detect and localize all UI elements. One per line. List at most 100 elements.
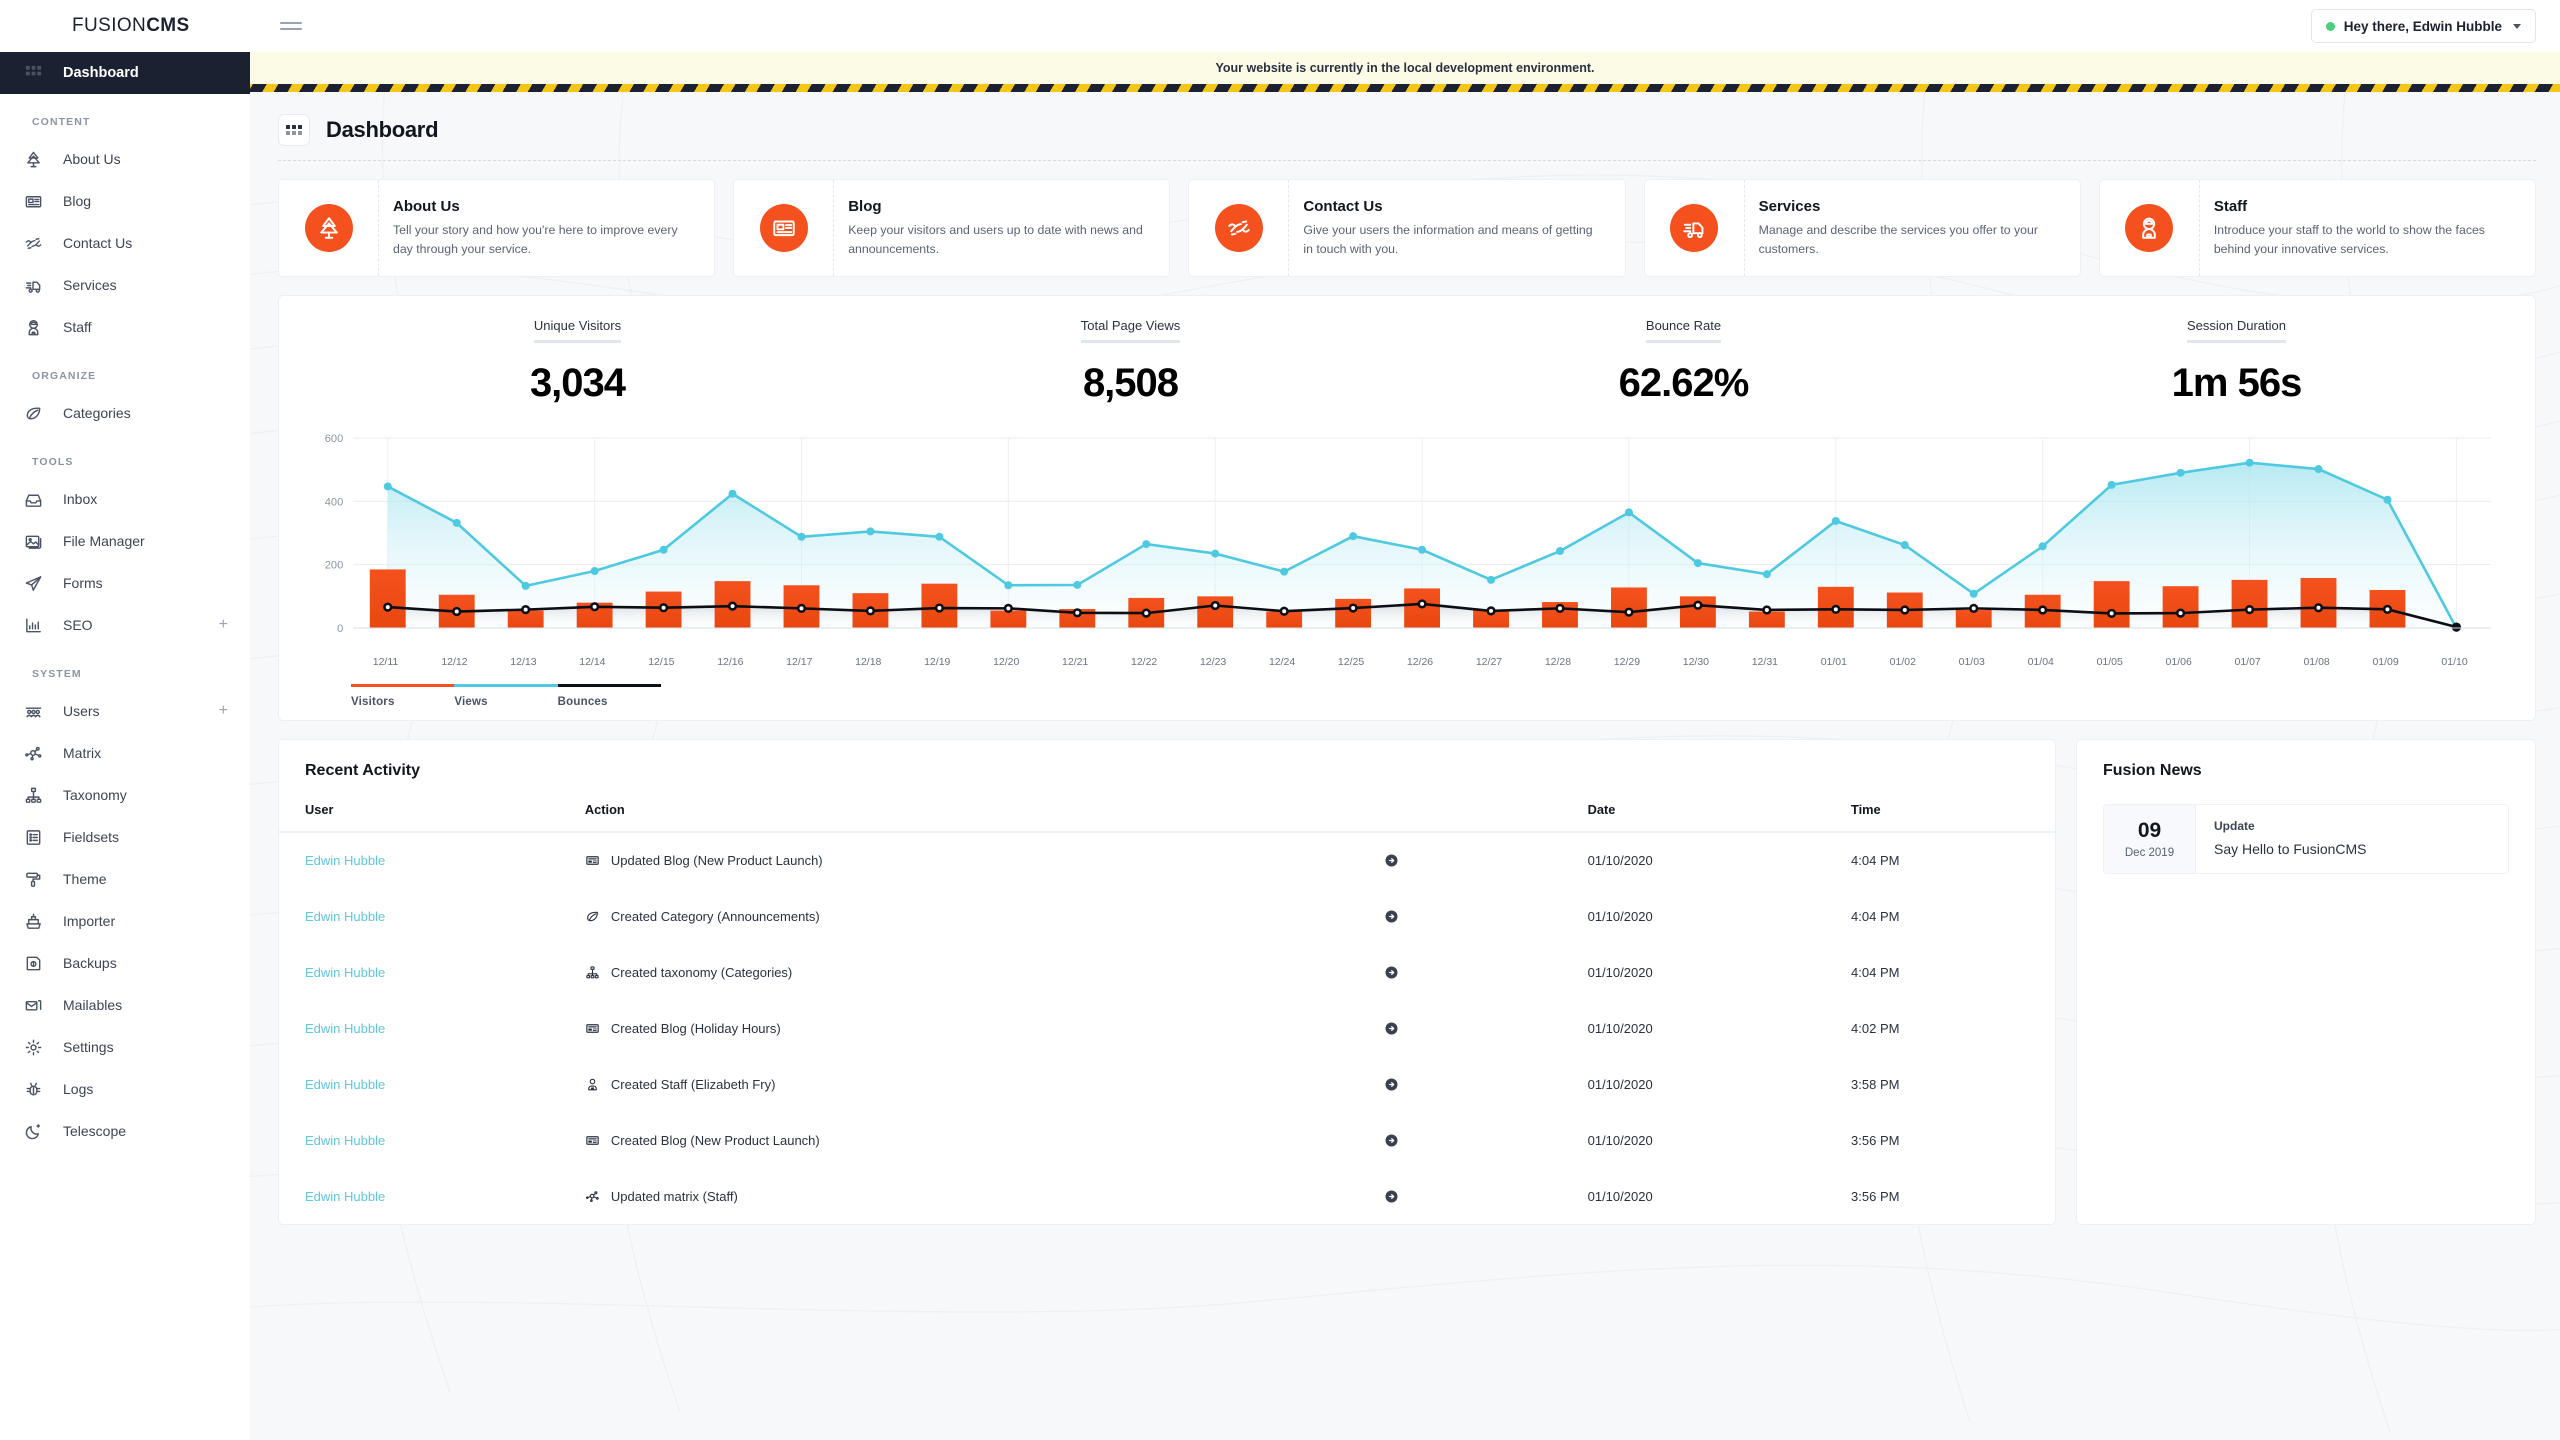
add-icon[interactable]: + bbox=[219, 617, 228, 633]
activity-user-link[interactable]: Edwin Hubble bbox=[305, 1189, 385, 1204]
bar-chart-icon bbox=[24, 616, 43, 635]
sidebar-item-label: About Us bbox=[63, 151, 121, 167]
arrow-circle-right-icon[interactable] bbox=[1384, 1021, 1399, 1036]
sidebar-item-mailables[interactable]: Mailables bbox=[0, 984, 250, 1026]
feature-card[interactable]: Services Manage and describe the services… bbox=[1643, 179, 2081, 277]
activity-user-link[interactable]: Edwin Hubble bbox=[305, 853, 385, 868]
feature-card-desc: Introduce your staff to the world to sho… bbox=[2213, 223, 2485, 256]
stat-value: 1m 56s bbox=[2171, 361, 2303, 405]
sidebar-item-users[interactable]: Users + bbox=[0, 690, 250, 732]
chart-x-tick: 12/14 bbox=[579, 656, 606, 668]
sidebar-item-forms[interactable]: Forms bbox=[0, 562, 250, 604]
sidebar-item-taxonomy[interactable]: Taxonomy bbox=[0, 774, 250, 816]
recent-activity-panel: Recent Activity User Action Date Time Edwin… bbox=[278, 739, 2056, 1225]
activity-user-link[interactable]: Edwin Hubble bbox=[305, 1077, 385, 1092]
sidebar-item-backups[interactable]: Backups bbox=[0, 942, 250, 984]
activity-action: Updated Blog (New Product Launch) bbox=[585, 853, 1384, 868]
analytics-panel: Unique Visitors 3,034 Total Page Views 8,50… bbox=[278, 295, 2536, 721]
arrow-circle-right-icon[interactable] bbox=[1384, 965, 1399, 980]
moon-icon bbox=[24, 1122, 43, 1141]
chart-x-tick: 12/22 bbox=[1131, 656, 1158, 668]
legend-label: Bounces bbox=[557, 696, 608, 708]
stat-label: Session Duration bbox=[2187, 318, 2286, 343]
chart-x-tick: 12/23 bbox=[1199, 656, 1227, 668]
page-header: Dashboard bbox=[278, 114, 2536, 146]
sidebar-item-matrix[interactable]: Matrix bbox=[0, 732, 250, 774]
legend-item[interactable]: Views bbox=[454, 684, 558, 708]
news-headline[interactable]: Say Hello to FusionCMS bbox=[2214, 841, 2367, 857]
brand-light: FUSION bbox=[72, 15, 147, 36]
activity-user-link[interactable]: Edwin Hubble bbox=[305, 1133, 385, 1148]
activity-user-link[interactable]: Edwin Hubble bbox=[305, 1021, 385, 1036]
hazard-stripe bbox=[250, 84, 2560, 92]
sidebar-item-about-us[interactable]: About Us bbox=[0, 138, 250, 180]
legend-item[interactable]: Visitors bbox=[351, 684, 455, 708]
stats-row: Unique Visitors 3,034 Total Page Views 8,50… bbox=[301, 318, 2513, 406]
news-month: Dec 2019 bbox=[2124, 847, 2175, 859]
arrow-circle-right-icon[interactable] bbox=[1384, 853, 1399, 868]
sidebar-item-label: Theme bbox=[63, 871, 107, 887]
feature-card[interactable]: Staff Introduce your staff to the world t… bbox=[2098, 179, 2537, 277]
environment-banner-text: Your website is currently in the local d… bbox=[1215, 61, 1595, 75]
sidebar-item-inbox[interactable]: Inbox bbox=[0, 478, 250, 520]
arrow-circle-right-icon[interactable] bbox=[1384, 1133, 1399, 1148]
chart-x-tick: 01/08 bbox=[2303, 656, 2330, 668]
stat-block: Session Duration 1m 56s bbox=[1960, 318, 2513, 406]
sidebar-item-telescope[interactable]: Telescope bbox=[0, 1110, 250, 1152]
sidebar-item-categories[interactable]: Categories bbox=[0, 392, 250, 434]
feature-card[interactable]: Blog Keep your visitors and users up to d… bbox=[733, 179, 1171, 277]
activity-action: Created Staff (Elizabeth Fry) bbox=[585, 1077, 1384, 1092]
chevron-down-icon bbox=[2513, 23, 2521, 29]
sidebar-item-seo[interactable]: SEO + bbox=[0, 604, 250, 646]
astronaut-icon bbox=[2125, 204, 2174, 252]
sidebar-item-theme[interactable]: Theme bbox=[0, 858, 250, 900]
chart-x-tick: 01/06 bbox=[2165, 656, 2192, 668]
sidebar-item-logs[interactable]: Logs bbox=[0, 1068, 250, 1110]
feature-card-title: Blog bbox=[848, 198, 882, 216]
feature-card-icon-wrap bbox=[2100, 180, 2200, 276]
sidebar-item-fieldsets[interactable]: Fieldsets bbox=[0, 816, 250, 858]
sidebar-item-contact-us[interactable]: Contact Us bbox=[0, 222, 250, 264]
arrow-circle-right-icon[interactable] bbox=[1384, 1077, 1399, 1092]
sidebar-item-importer[interactable]: Importer bbox=[0, 900, 250, 942]
stat-value: 62.62% bbox=[1618, 361, 1750, 405]
grid-icon bbox=[286, 125, 302, 135]
news-date: 09 Dec 2019 bbox=[2104, 805, 2196, 873]
sidebar-item-services[interactable]: Services bbox=[0, 264, 250, 306]
stat-label: Unique Visitors bbox=[533, 318, 622, 343]
chart-x-tick: 12/21 bbox=[1062, 656, 1089, 668]
tree-icon bbox=[24, 150, 43, 169]
add-icon[interactable]: + bbox=[219, 703, 228, 719]
sidebar-item-file-manager[interactable]: File Manager bbox=[0, 520, 250, 562]
arrow-circle-right-icon[interactable] bbox=[1384, 909, 1399, 924]
activity-user-link[interactable]: Edwin Hubble bbox=[305, 909, 385, 924]
activity-action: Created taxonomy (Categories) bbox=[585, 965, 1384, 980]
handshake-icon bbox=[1214, 204, 1263, 252]
newspaper-icon bbox=[24, 192, 43, 211]
feature-card[interactable]: About Us Tell your story and how you're h… bbox=[278, 179, 716, 277]
sidebar-item-label: Settings bbox=[63, 1039, 114, 1055]
user-menu-button[interactable]: Hey there, Edwin Hubble bbox=[2310, 9, 2536, 43]
sidebar-item-dashboard[interactable]: Dashboard bbox=[0, 52, 250, 94]
list-icon bbox=[24, 828, 43, 847]
brand-logo[interactable]: FUSIONCMS bbox=[0, 15, 250, 37]
sidebar-item-label: File Manager bbox=[63, 533, 145, 549]
activity-user-link[interactable]: Edwin Hubble bbox=[305, 965, 385, 980]
floppy-icon bbox=[24, 954, 43, 973]
sidebar-item-label: Telescope bbox=[63, 1123, 127, 1139]
arrow-circle-right-icon[interactable] bbox=[1384, 1189, 1399, 1204]
sidebar-item-blog[interactable]: Blog bbox=[0, 180, 250, 222]
feature-card[interactable]: Contact Us Give your users the informatio… bbox=[1188, 179, 1626, 277]
stat-value: 8,508 bbox=[1082, 361, 1179, 405]
menu-toggle-icon[interactable] bbox=[280, 13, 306, 39]
sidebar-item-staff[interactable]: Staff bbox=[0, 306, 250, 348]
table-column-header: Action bbox=[584, 802, 1384, 833]
legend-item[interactable]: Bounces bbox=[557, 684, 661, 708]
chart-x-tick: 12/12 bbox=[441, 656, 468, 668]
feature-card-desc: Keep your visitors and users up to date … bbox=[848, 223, 1143, 256]
sidebar-item-settings[interactable]: Settings bbox=[0, 1026, 250, 1068]
sidebar-item-label: Matrix bbox=[63, 745, 102, 761]
activity-time: 3:56 PM bbox=[1851, 1132, 1900, 1148]
recent-activity-table: User Action Date Time Edwin Hubble Updated B… bbox=[279, 802, 2055, 1224]
news-item[interactable]: 09 Dec 2019 Update Say Hello to FusionCMS bbox=[2103, 804, 2509, 874]
